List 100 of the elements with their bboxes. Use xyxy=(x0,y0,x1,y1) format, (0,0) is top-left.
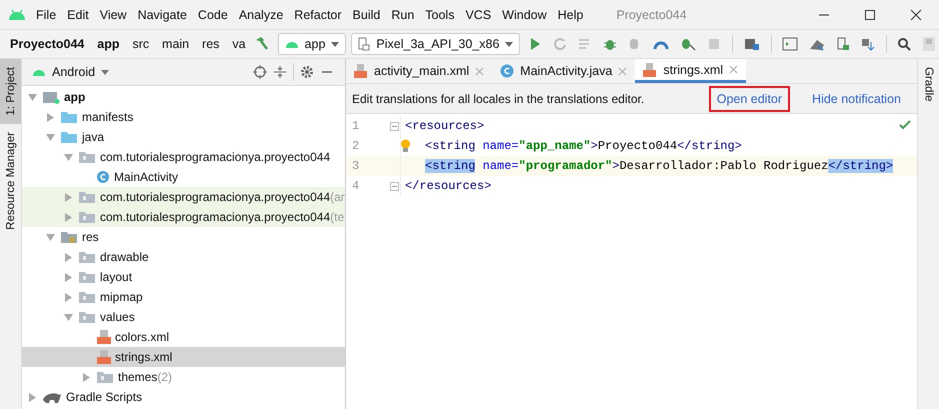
terminal-icon[interactable] xyxy=(782,37,798,51)
code-line: <resources> xyxy=(405,119,484,133)
resource-folder-icon xyxy=(60,230,78,244)
device-manager-icon[interactable] xyxy=(836,37,850,51)
settings-icon[interactable] xyxy=(300,65,314,79)
menu-item[interactable]: File xyxy=(36,8,56,22)
collapse-arrow-icon[interactable] xyxy=(46,132,55,142)
expand-arrow-icon[interactable] xyxy=(28,392,37,402)
expand-arrow-icon[interactable] xyxy=(64,292,73,302)
tree-item[interactable]: manifests xyxy=(22,107,345,127)
search-icon[interactable] xyxy=(896,37,911,51)
menu-item[interactable]: Edit xyxy=(67,8,89,22)
run-config-dropdown[interactable]: app xyxy=(278,33,346,55)
tree-item[interactable]: layout xyxy=(22,267,345,287)
collapse-arrow-icon[interactable] xyxy=(46,232,55,242)
collapse-arrow-icon[interactable] xyxy=(64,312,73,322)
collapse-arrow-icon[interactable] xyxy=(28,92,37,102)
fold-icon[interactable] xyxy=(390,122,398,130)
menu-item[interactable]: Build xyxy=(352,8,380,22)
bug-icon[interactable] xyxy=(603,37,618,51)
line-number: 3 xyxy=(351,159,360,173)
tree-item[interactable]: colors.xml xyxy=(22,327,345,347)
breadcrumb-item[interactable]: app xyxy=(97,37,120,51)
menu-item[interactable]: VCS xyxy=(465,8,492,22)
menu-item[interactable]: Refactor xyxy=(294,8,342,22)
tree-item[interactable]: values xyxy=(22,307,345,327)
tree-item[interactable]: themes(2) xyxy=(22,367,345,387)
breadcrumb-item[interactable]: va xyxy=(232,37,246,51)
dropdown-caret-icon xyxy=(505,42,514,46)
breadcrumb-item[interactable]: src xyxy=(132,37,150,51)
tree-item[interactable]: Gradle Scripts xyxy=(22,387,345,407)
editor-tab[interactable]: MainActivity.java xyxy=(492,59,636,83)
editor-tab[interactable]: activity_main.xml xyxy=(346,59,492,83)
android-logo-icon xyxy=(8,8,26,20)
package-folder-icon xyxy=(78,190,96,204)
lightbulb-icon[interactable] xyxy=(400,139,411,153)
breadcrumb-item[interactable]: Proyecto044 xyxy=(10,37,84,51)
breadcrumb-item[interactable]: main xyxy=(162,37,190,51)
tree-item[interactable]: mipmap xyxy=(22,287,345,307)
tool-window-tab[interactable]: Resource Manager xyxy=(0,124,21,238)
fold-icon[interactable] xyxy=(390,182,398,190)
code-line: <string name="programador">Desarrollador:Pablo Rodriguez</string> xyxy=(425,159,894,173)
project-structure-icon[interactable] xyxy=(744,37,760,51)
expand-arrow-icon[interactable] xyxy=(64,212,73,222)
package-folder-icon xyxy=(78,250,96,264)
view-dropdown[interactable]: Android xyxy=(32,65,110,79)
class-icon xyxy=(96,170,110,184)
tree-item[interactable]: com.tutorialesprogramacionya.proyecto044 xyxy=(22,147,345,167)
expand-arrow-icon[interactable] xyxy=(64,192,73,202)
device-dropdown[interactable]: Pixel_3a_API_30_x86 xyxy=(351,33,520,55)
menu-item[interactable]: Window xyxy=(502,8,547,22)
line-number: 2 xyxy=(351,139,360,153)
menu-item[interactable]: Help xyxy=(558,8,584,22)
tree-item[interactable]: com.tutorialesprogramacionya.proyecto044(te xyxy=(22,207,345,227)
dropdown-caret-icon xyxy=(101,70,110,74)
line-number: 4 xyxy=(351,179,360,193)
menu-item[interactable]: Code xyxy=(198,8,228,22)
locate-icon[interactable] xyxy=(253,65,267,79)
rerun-icon[interactable] xyxy=(553,37,568,51)
collapse-arrow-icon[interactable] xyxy=(64,152,73,162)
run-icon[interactable] xyxy=(528,37,542,51)
tree-item[interactable]: MainActivity xyxy=(22,167,345,187)
tool-window-tab[interactable]: 1: Project xyxy=(0,59,21,124)
tree-item[interactable]: res xyxy=(22,227,345,247)
folder-icon xyxy=(60,110,78,124)
collapse-all-icon[interactable] xyxy=(273,65,287,79)
module-folder-icon xyxy=(42,90,60,104)
tree-item[interactable]: java xyxy=(22,127,345,147)
tree-item[interactable]: app xyxy=(22,87,345,107)
notification-link[interactable]: Hide notification xyxy=(804,86,909,112)
expand-arrow-icon[interactable] xyxy=(64,252,73,262)
expand-arrow-icon[interactable] xyxy=(46,112,55,122)
maximize-icon[interactable] xyxy=(864,8,876,20)
package-folder-icon xyxy=(78,310,96,324)
menu-item[interactable]: Run xyxy=(391,8,414,22)
avatar-icon[interactable] xyxy=(922,36,936,52)
breadcrumb-item[interactable]: res xyxy=(202,37,220,51)
close-icon[interactable] xyxy=(910,8,922,20)
code-line: </resources> xyxy=(405,179,492,193)
tree-item[interactable]: strings.xml xyxy=(22,347,345,367)
tool-window-tab[interactable]: Gradle xyxy=(918,59,939,110)
xml-file-icon xyxy=(643,62,658,76)
editor-tab[interactable]: strings.xml xyxy=(635,59,746,83)
menu-item[interactable]: Navigate xyxy=(138,8,187,22)
menu-item[interactable]: Tools xyxy=(425,8,454,22)
stop-icon[interactable] xyxy=(707,37,722,51)
expand-arrow-icon[interactable] xyxy=(64,272,73,282)
expand-arrow-icon[interactable] xyxy=(82,372,91,382)
package-folder-icon xyxy=(78,270,96,284)
menu-item[interactable]: Analyze xyxy=(238,8,284,22)
code-line: <string name="app_name">Proyecto044</string> xyxy=(425,139,742,153)
notification-link[interactable]: Open editor xyxy=(708,86,790,112)
notification-text: Edit translations for all locales in the translations editor. xyxy=(352,92,644,106)
package-folder-icon xyxy=(96,370,114,384)
menu-item[interactable]: View xyxy=(100,8,127,22)
sdk-download-icon[interactable] xyxy=(860,37,875,51)
xml-file-icon xyxy=(96,330,111,344)
hammer-icon[interactable] xyxy=(254,36,270,52)
tree-item[interactable]: drawable xyxy=(22,247,345,267)
tree-item[interactable]: com.tutorialesprogramacionya.proyecto044(ar xyxy=(22,187,345,207)
